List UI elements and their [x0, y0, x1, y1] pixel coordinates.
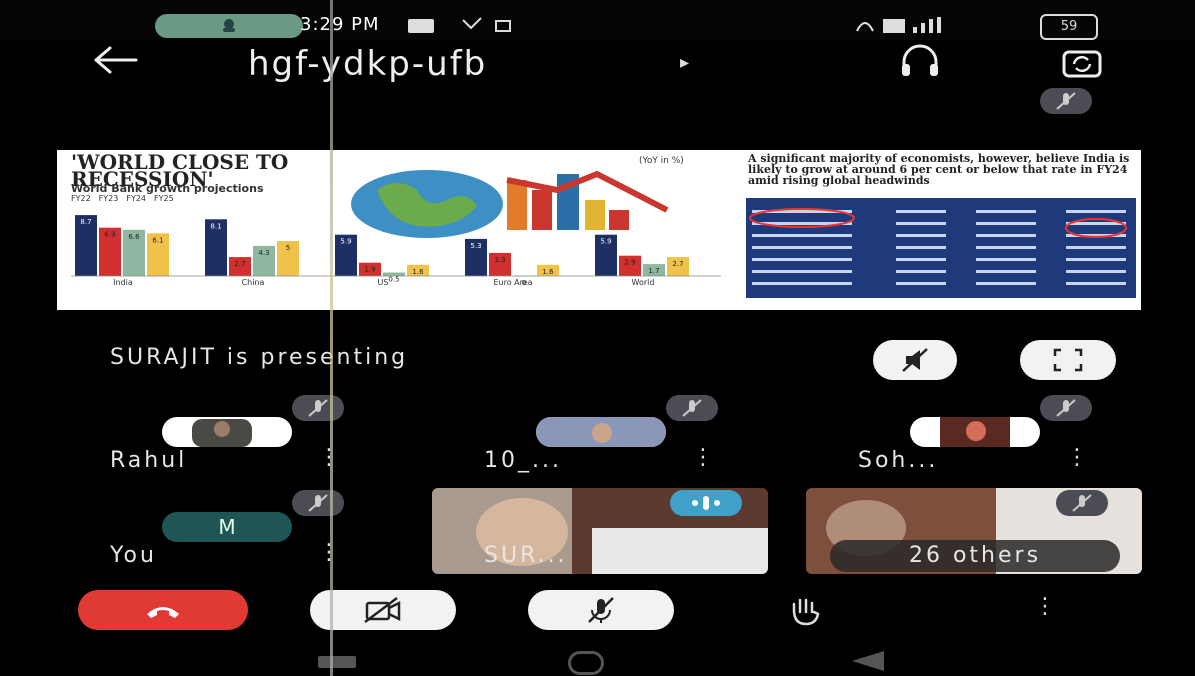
participant-muted-indicator [292, 395, 344, 421]
meeting-info-caret[interactable]: ▸ [680, 52, 689, 73]
switch-camera-icon [1062, 50, 1102, 78]
headphones-icon [902, 44, 938, 76]
participant-muted-indicator [666, 395, 718, 421]
bar-value-label: 1.6 [412, 268, 424, 276]
signal-icons [855, 15, 1015, 41]
bar-value-label: 6.9 [104, 231, 115, 239]
speaking-indicator [670, 490, 742, 516]
category-label: Euro Area [493, 278, 532, 286]
fullscreen-icon [1053, 348, 1083, 372]
avatar[interactable] [162, 417, 292, 447]
participant-name: SUR... [484, 543, 568, 568]
mic-off-icon [1056, 92, 1076, 110]
speaker-off-icon [902, 348, 928, 372]
more-vert-icon[interactable]: ⋮ [318, 540, 340, 565]
audio-output-button[interactable] [898, 40, 942, 84]
hand-icon [792, 598, 820, 626]
avatar[interactable] [536, 417, 666, 447]
mic-off-icon [1056, 399, 1076, 417]
participant-muted-indicator [1040, 395, 1092, 421]
category-label: World [632, 278, 655, 286]
meeting-code[interactable]: hgf-ydkp-ufb [248, 44, 487, 84]
screen-artifact-line [330, 0, 333, 676]
more-vert-icon[interactable]: ⋮ [318, 445, 340, 470]
more-options-icon[interactable]: ⋮ [1034, 594, 1056, 619]
self-avatar[interactable]: M [162, 512, 292, 542]
participant-name: 10_... [484, 448, 562, 473]
bar-value-label: 1.9 [364, 266, 375, 274]
poll-headline: A significant majority of economists, ho… [748, 152, 1130, 187]
recent-apps-icon[interactable] [318, 656, 356, 668]
mic-icon [223, 19, 235, 32]
switch-camera-button[interactable] [1060, 40, 1104, 84]
bar-value-label: 5 [286, 244, 290, 252]
presenting-label: SURAJIT is presenting [110, 345, 409, 370]
bar-value-label: 1.6 [542, 268, 554, 276]
raise-hand-button[interactable] [788, 596, 824, 630]
battery-indicator: 59 [1040, 14, 1098, 40]
bar-value-label: 2.7 [672, 260, 683, 268]
mute-presentation-audio-button[interactable] [873, 340, 957, 380]
bar-value-label: 8.7 [80, 218, 91, 226]
fullscreen-button[interactable] [1020, 340, 1116, 380]
back-arrow-icon[interactable] [92, 42, 140, 87]
mic-off-icon [682, 399, 702, 417]
bar-value-label: 8.1 [210, 222, 221, 230]
growth-bar-chart: 8.7 6.9 6.6 6.1 India 8.1 2.7 4.3 5 China 5.9 1.9 0.… [71, 215, 721, 286]
others-count-label: 26 others [908, 543, 1042, 568]
mic-toggle-button[interactable] [528, 590, 674, 630]
category-label: China [242, 278, 265, 286]
participant-name: Soh... [858, 448, 939, 473]
newspaper-chart-panel: 'WORLD CLOSE TO RECESSION' World Bank gr… [57, 150, 737, 310]
bar-value-label: 2.9 [624, 259, 635, 267]
participant-muted-indicator [292, 490, 344, 516]
mic-off-icon [1072, 494, 1092, 512]
more-vert-icon[interactable]: ⋮ [1066, 445, 1088, 470]
more-vert-icon[interactable]: ⋮ [692, 445, 714, 470]
participant-name: Rahul [110, 448, 188, 473]
active-mic-pill [155, 14, 303, 38]
bar-value-label: 3.3 [494, 256, 505, 264]
bar-value-label: 6.1 [152, 236, 163, 244]
video-off-icon [364, 597, 401, 623]
participant-name: You [110, 543, 157, 568]
bar-value-label: 0.5 [388, 276, 399, 284]
bar-value-label: 6.6 [128, 233, 140, 241]
bar-value-label: 4.3 [258, 249, 269, 257]
home-icon[interactable] [568, 651, 604, 675]
mic-off-icon [308, 494, 328, 512]
mic-off-icon [308, 399, 328, 417]
category-label: US [378, 278, 389, 286]
end-call-button[interactable] [78, 590, 248, 630]
presenter-muted-indicator [1040, 88, 1092, 114]
category-label: India [113, 278, 133, 286]
call-end-icon [147, 607, 179, 618]
avatar[interactable] [910, 417, 1040, 447]
economist-poll-panel: A significant majority of economists, ho… [740, 150, 1141, 310]
others-count-badge[interactable]: 26 others [830, 540, 1120, 572]
poll-table [746, 198, 1136, 298]
shared-screen: 'WORLD CLOSE TO RECESSION' World Bank gr… [57, 150, 1141, 310]
bar-value-label: 5.3 [470, 242, 481, 250]
bar-value-label: 1.7 [648, 267, 659, 275]
back-nav-icon[interactable] [850, 650, 886, 676]
bar-value-label: 2.7 [234, 260, 245, 268]
participant-muted-indicator [1056, 490, 1108, 516]
bar-value-label: 5.9 [600, 238, 611, 246]
bar-value-label: 5.9 [340, 238, 351, 246]
notification-icons [408, 16, 588, 40]
status-time: 3:29 PM [300, 14, 380, 35]
mic-off-icon [588, 597, 614, 623]
